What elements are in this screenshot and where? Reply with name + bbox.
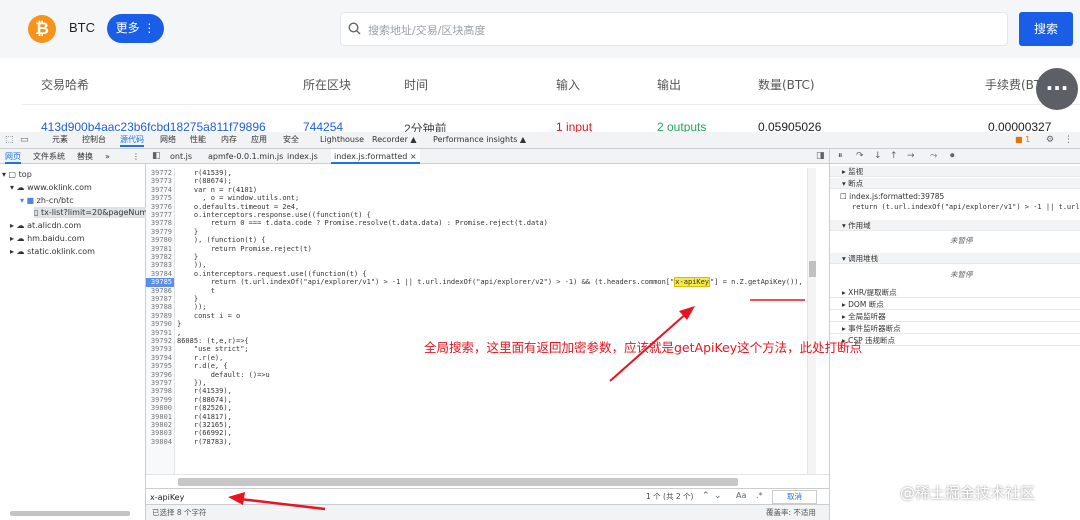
arrow-head-find-input	[228, 492, 245, 505]
annotation-text: 全局搜索，这里面有返回加密参数，应该就是getApiKey这个方法，此处打断点	[424, 340, 863, 355]
watermark: @稀土掘金技术社区	[900, 484, 1036, 502]
arrow-to-find-input	[239, 497, 326, 511]
annotation-arrows	[228, 299, 805, 511]
